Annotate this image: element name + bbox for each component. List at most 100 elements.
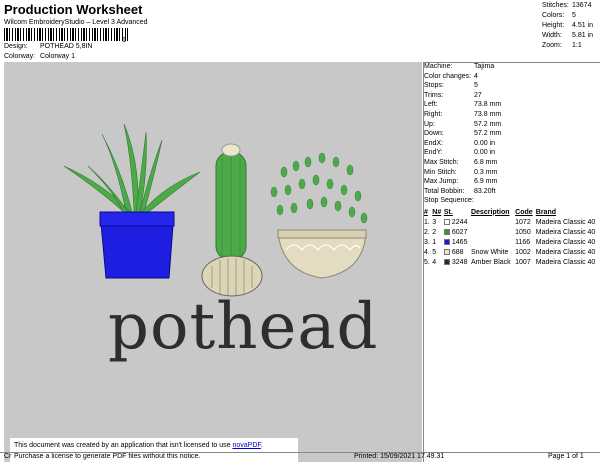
top-stat-value: 4.51 in	[572, 22, 594, 29]
row-stitch-count: 2244	[451, 218, 468, 226]
row-index: 5.	[424, 259, 430, 267]
barcode-number: 1	[122, 37, 126, 44]
machine-info-row: Down: 57.2 mm	[424, 130, 600, 140]
row-stitch-count: 3248	[451, 259, 468, 267]
machine-info-value: 73.8 mm	[474, 101, 502, 109]
row-brand: Madeira Classic 40	[535, 259, 596, 267]
top-stat-label: Colors:	[542, 12, 565, 19]
machine-info-label: Max Jump:	[424, 178, 459, 186]
top-stat-row: Stitches: 13674	[542, 2, 598, 12]
machine-info-row: EndY: 0.00 in	[424, 149, 600, 159]
col-description: Description	[470, 208, 510, 216]
color-swatch	[443, 249, 450, 256]
row-index: 2.	[424, 228, 430, 236]
row-description: Amber Black	[470, 259, 511, 267]
machine-info-row: EndX: 0.00 in	[424, 140, 600, 150]
machine-info-row: Up: 57.2 mm	[424, 121, 600, 131]
color-swatch	[443, 259, 450, 266]
machine-info-label: Max Stitch:	[424, 158, 459, 166]
row-stitch-count: 688	[451, 249, 464, 257]
stop-sequence-row: 3. 1 1465 1166 Madeira Classic 40	[423, 237, 600, 247]
machine-info-label: Min Stitch:	[424, 168, 457, 176]
machine-info-value: 73.8 mm	[474, 110, 502, 118]
color-swatch	[443, 238, 450, 245]
machine-info-label: EndY:	[424, 149, 443, 157]
col-needle: N#	[432, 208, 442, 216]
page-title: Production Worksheet	[4, 2, 143, 17]
machine-info-row: Max Stitch: 6.8 mm	[424, 159, 600, 169]
machine-info-value: 0.00 in	[474, 149, 496, 157]
row-code: 1050	[515, 228, 531, 236]
machine-info-value: 4	[474, 72, 478, 80]
top-stat-row: Width: 5.81 in	[542, 32, 598, 42]
license-notice: This document was created by an applicat…	[10, 438, 298, 462]
design-label: Design:	[4, 43, 28, 50]
machine-info-value: 83.20ft	[474, 187, 496, 195]
machine-info-value: 57.2 mm	[474, 130, 502, 138]
top-stat-row: Height: 4.51 in	[542, 22, 598, 32]
machine-info-label: Machine:	[424, 63, 453, 70]
footer-printed: Printed: 15/09/2021 17.49.31	[354, 453, 445, 460]
color-swatch	[443, 228, 450, 235]
row-stitches: 6027	[443, 227, 470, 237]
machine-info-value: Tajima	[474, 63, 495, 70]
machine-info-row: Total Bobbin: 83.20ft	[424, 188, 600, 198]
top-stat-value: 1:1	[572, 42, 582, 49]
machine-info-label: Stops:	[424, 82, 444, 90]
row-index: 1.	[424, 218, 430, 226]
stop-sequence-row: 5. 4 3248 Amber Black 1007 Madeira Classic 40	[423, 258, 600, 268]
machine-info-row: Machine: Tajima	[424, 63, 600, 73]
novapdf-link[interactable]: novaPDF	[232, 442, 260, 449]
col-index: #	[424, 208, 428, 216]
col-code: Code	[515, 208, 533, 216]
machine-info-label: EndX:	[424, 139, 444, 147]
machine-info-row: Left: 73.8 mm	[424, 101, 600, 111]
row-brand: Madeira Classic 40	[535, 218, 596, 226]
row-needle: 4	[432, 259, 437, 267]
machine-info-row: Stops: 5	[424, 82, 600, 92]
top-stats: Stitches: 13674 Colors: 5 Height: 4.51 in Widt…	[542, 2, 598, 52]
notice-line1-suffix: .	[260, 442, 263, 449]
row-needle: 3	[432, 218, 437, 226]
row-needle: 5	[432, 249, 437, 257]
machine-info-label: Right:	[424, 110, 443, 118]
row-description	[470, 237, 514, 247]
top-stat-value: 13674	[572, 2, 592, 9]
row-stitches: 2244	[443, 217, 470, 227]
design-value: POTHEAD 5,8IN	[39, 43, 93, 50]
row-description	[470, 217, 514, 227]
footer-page: Page 1 of 1	[548, 453, 584, 460]
stop-sequence-row: 4. 5 688 Snow White 1002 Madeira Classic 40	[423, 248, 600, 258]
row-stitches: 688	[443, 248, 470, 258]
software-subtitle: Wilcom EmbroideryStudio – Level 3 Advanc…	[4, 19, 148, 26]
row-code: 1002	[515, 249, 531, 257]
row-brand: Madeira Classic 40	[535, 238, 596, 246]
colorway-label: Colorway:	[4, 53, 36, 60]
machine-info-row: Right: 73.8 mm	[424, 111, 600, 121]
top-stat-value: 5	[572, 12, 576, 19]
row-index: 4.	[424, 249, 430, 257]
design-text-pothead: pothead	[108, 290, 379, 364]
row-brand: Madeira Classic 40	[535, 228, 596, 236]
row-needle: 2	[432, 228, 437, 236]
row-code: 1007	[515, 259, 531, 267]
embroidery-design-graphic	[63, 123, 368, 297]
stop-sequence-table: # N# St. Description Code Brand 1. 3 2244 1…	[423, 207, 600, 268]
top-stat-row: Colors: 5	[542, 12, 598, 22]
machine-info-label: Down:	[424, 130, 444, 138]
row-stitches: 1465	[443, 237, 470, 247]
row-code: 1166	[515, 238, 531, 246]
machine-info-value: 57.2 mm	[474, 120, 502, 128]
footer-left: Cr	[4, 453, 12, 460]
machine-info-value: 0.00 in	[474, 139, 496, 147]
machine-info-value: 27	[474, 91, 482, 99]
top-stat-label: Height:	[542, 22, 565, 29]
stop-sequence-heading: Stop Sequence:	[424, 197, 474, 204]
row-description	[470, 227, 514, 237]
machine-info-value: 6.8 mm	[474, 158, 498, 166]
top-stat-label: Stitches:	[542, 2, 569, 9]
top-stat-label: Width:	[542, 32, 562, 39]
machine-info-value: 5	[474, 82, 478, 90]
footer-divider	[0, 452, 600, 453]
row-stitch-count: 1465	[451, 238, 468, 246]
